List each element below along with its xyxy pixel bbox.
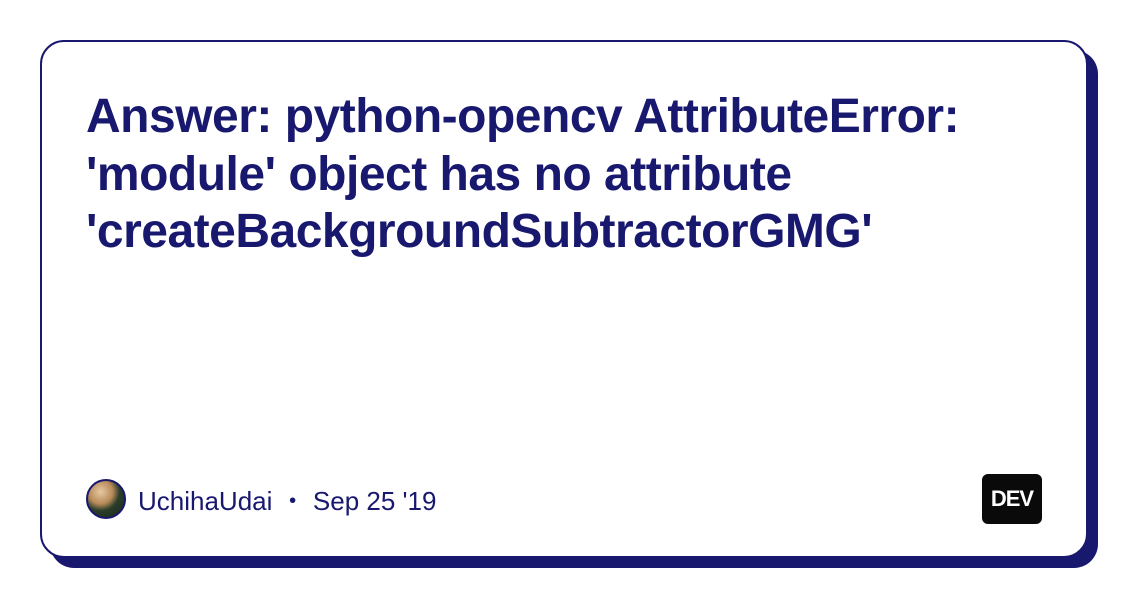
card-body: Answer: python-opencv AttributeError: 'm… (40, 40, 1088, 558)
post-title: Answer: python-opencv AttributeError: 'm… (86, 88, 1042, 261)
author-row: UchihaUdai ・ Sep 25 '19 (86, 479, 436, 519)
author-name: UchihaUdai (138, 486, 272, 516)
post-date: Sep 25 '19 (313, 486, 437, 516)
card-footer: UchihaUdai ・ Sep 25 '19 DEV (86, 474, 1042, 524)
social-card: Answer: python-opencv AttributeError: 'm… (40, 40, 1088, 558)
author-avatar (86, 479, 126, 519)
dev-logo-badge: DEV (982, 474, 1042, 524)
separator-dot: ・ (280, 486, 306, 516)
author-meta: UchihaUdai ・ Sep 25 '19 (138, 481, 436, 518)
